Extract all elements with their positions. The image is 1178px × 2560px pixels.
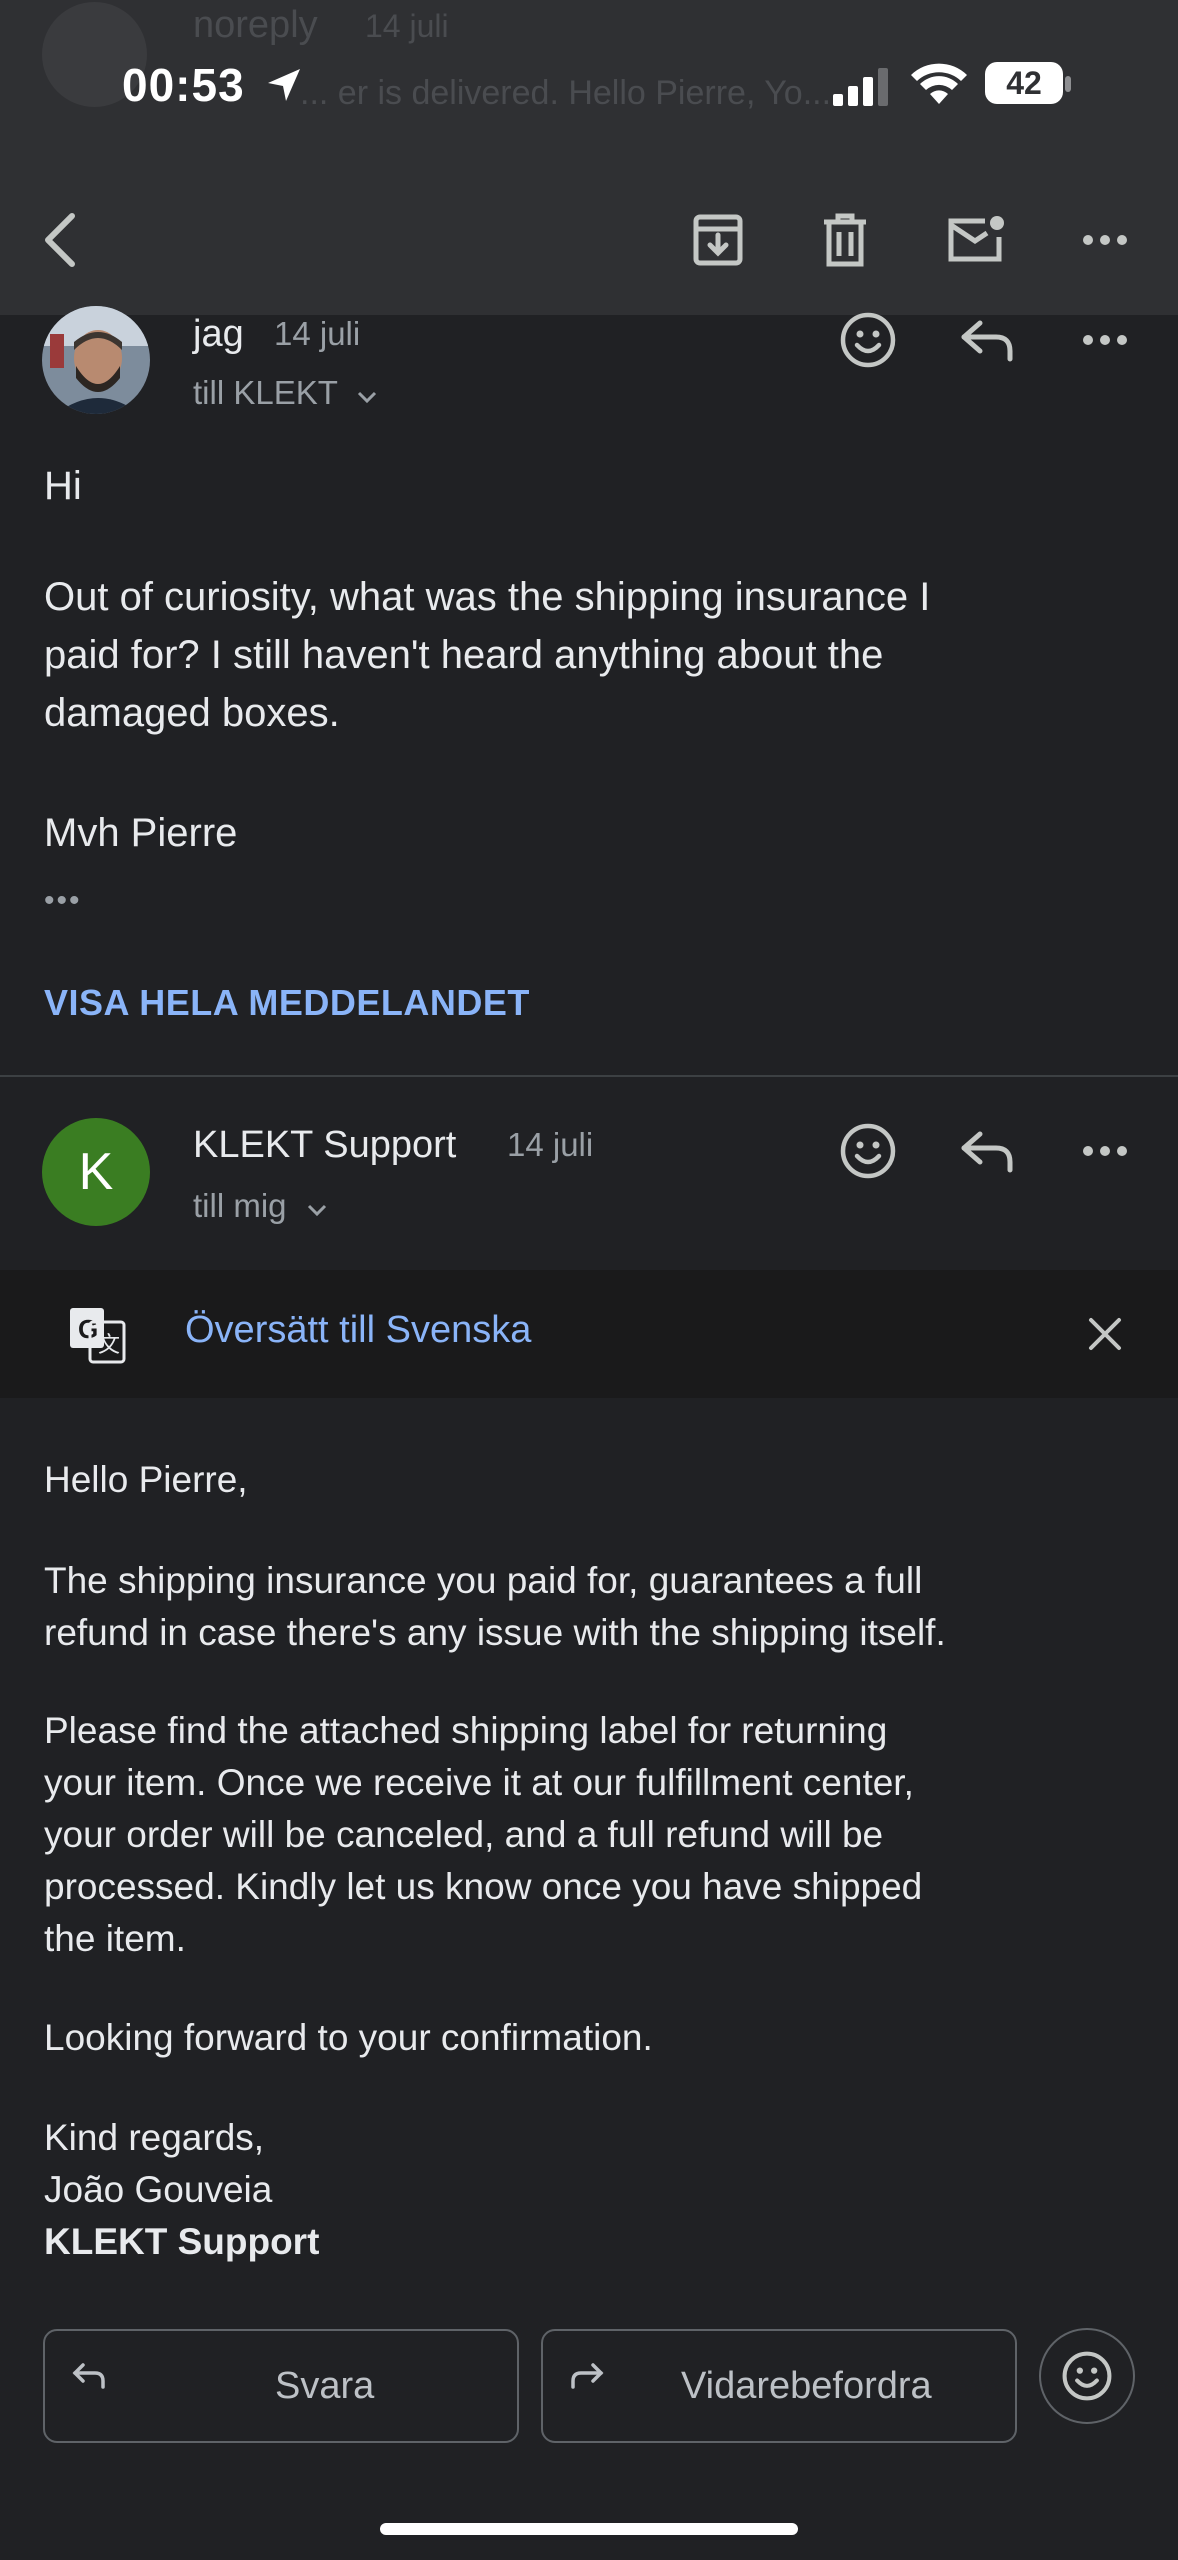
- wifi-icon: [911, 63, 967, 104]
- ghost-sender: noreply: [193, 4, 318, 46]
- message-line: paid for? I still haven't heard anything…: [44, 633, 884, 677]
- add-reaction-button[interactable]: [836, 308, 900, 372]
- emoji-icon: [840, 1123, 896, 1179]
- reply-icon: [961, 1131, 1013, 1173]
- ghost-date: 14 juli: [365, 8, 449, 44]
- recipient-label: till KLEKT: [193, 374, 338, 411]
- reply-icon: [961, 320, 1013, 362]
- message-line: Please find the attached shipping label …: [44, 1710, 888, 1751]
- chevron-down-icon: [307, 1204, 326, 1217]
- reply-icon: [72, 2363, 105, 2389]
- reaction-action-button[interactable]: [1039, 2328, 1135, 2424]
- sender-name: jag: [193, 313, 244, 355]
- message-line: your order will be canceled, and a full …: [44, 1814, 884, 1855]
- chevron-down-icon: [358, 391, 377, 404]
- more-horizontal-icon: [1083, 335, 1127, 345]
- show-quoted-ellipsis[interactable]: •••: [44, 884, 82, 918]
- message-divider: [0, 1075, 1178, 1077]
- message-line: damaged boxes.: [44, 691, 340, 735]
- archive-button[interactable]: [688, 205, 748, 275]
- message-date: 14 juli: [507, 1126, 594, 1163]
- message-line: The shipping insurance you paid for, gua…: [44, 1560, 923, 1601]
- close-icon: [1089, 1318, 1121, 1350]
- reply-label: Svara: [275, 2365, 375, 2407]
- reply-action-button[interactable]: Svara: [43, 2329, 519, 2443]
- show-full-message-link[interactable]: VISA HELA MEDDELANDET: [44, 982, 530, 1024]
- forward-icon: [571, 2363, 604, 2389]
- message-line: Looking forward to your confirmation.: [44, 2017, 653, 2058]
- mark-unread-button[interactable]: [942, 205, 1008, 275]
- signature-line: João Gouveia: [44, 2169, 273, 2210]
- message-line: processed. Kindly let us know once you h…: [44, 1866, 923, 1907]
- home-indicator[interactable]: [380, 2523, 798, 2535]
- delete-button[interactable]: [815, 205, 875, 275]
- message-greeting: Hi: [44, 464, 82, 508]
- message-line: Out of curiosity, what was the shipping …: [44, 575, 931, 619]
- back-button[interactable]: [30, 205, 90, 275]
- more-horizontal-icon: [1083, 235, 1127, 245]
- message-signoff: Mvh Pierre: [44, 811, 238, 855]
- translate-link[interactable]: Översätt till Svenska: [185, 1309, 531, 1352]
- trash-icon: [824, 213, 866, 267]
- svg-text:文: 文: [98, 1332, 120, 1357]
- translate-bar: G 文 Översätt till Svenska: [0, 1270, 1178, 1398]
- emoji-icon: [840, 312, 896, 368]
- ghost-snippet: ... er is delivered. Hello Pierre, Yo...: [300, 74, 832, 112]
- reply-button[interactable]: [955, 1119, 1019, 1183]
- message-line: your item. Once we receive it at our ful…: [44, 1762, 914, 1803]
- close-translate-button[interactable]: [1080, 1306, 1130, 1362]
- battery-tip: [1065, 76, 1071, 92]
- recipient-toggle[interactable]: till KLEKT: [193, 374, 378, 412]
- emoji-icon: [1062, 2351, 1112, 2401]
- forward-label: Vidarebefordra: [681, 2365, 932, 2407]
- recipient-label: till mig: [193, 1187, 287, 1224]
- message-more-button[interactable]: [1070, 1119, 1140, 1183]
- archive-icon: [693, 214, 743, 266]
- message-more-button[interactable]: [1070, 308, 1140, 372]
- message-line: refund in case there's any issue with th…: [44, 1612, 946, 1653]
- avatar[interactable]: K: [42, 1118, 150, 1226]
- message-date: 14 juli: [274, 315, 361, 352]
- back-chevron-icon: [45, 213, 75, 267]
- more-horizontal-icon: [1083, 1146, 1127, 1156]
- avatar[interactable]: [42, 306, 150, 414]
- reply-button[interactable]: [955, 308, 1019, 372]
- translate-icon: G 文: [70, 1308, 126, 1364]
- message-greeting: Hello Pierre,: [44, 1459, 248, 1500]
- status-time: 00:53: [122, 58, 304, 112]
- message-line: the item.: [44, 1918, 186, 1959]
- battery-icon: 42: [985, 62, 1063, 104]
- add-reaction-button[interactable]: [836, 1119, 900, 1183]
- svg-text:G: G: [78, 1314, 98, 1344]
- forward-action-button[interactable]: Vidarebefordra: [541, 2329, 1017, 2443]
- recipient-toggle[interactable]: till mig: [193, 1187, 328, 1225]
- profile-photo-icon: [42, 306, 150, 414]
- sender-name: KLEKT Support: [193, 1124, 457, 1166]
- signature-line: Kind regards,: [44, 2117, 265, 2158]
- mark-unread-icon: [948, 216, 1004, 262]
- top-toolbar: noreply 14 juli ... er is delivered. Hel…: [0, 0, 1178, 315]
- location-arrow-icon: [268, 69, 301, 101]
- signal-icon: [833, 68, 888, 106]
- more-options-button[interactable]: [1070, 205, 1140, 275]
- signature-company: KLEKT Support: [44, 2221, 320, 2262]
